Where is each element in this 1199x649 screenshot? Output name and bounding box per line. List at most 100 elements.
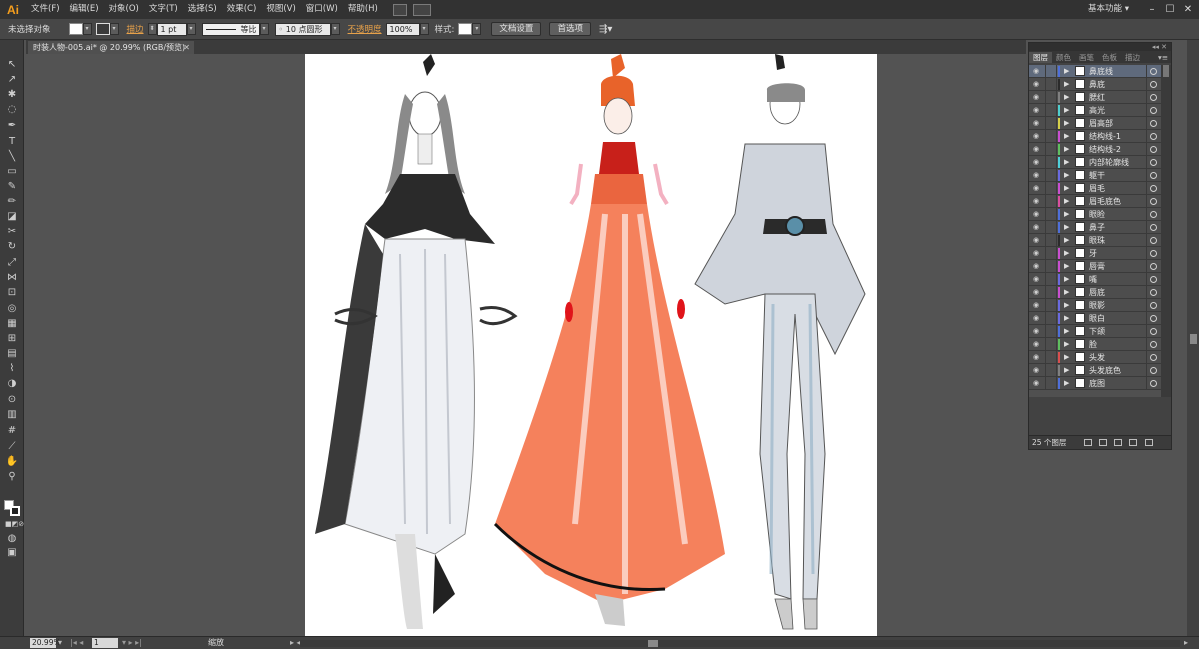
- make-clipping-mask-icon[interactable]: [1099, 439, 1107, 446]
- lock-toggle[interactable]: [1045, 247, 1057, 259]
- target-circle-icon[interactable]: [1150, 159, 1157, 166]
- first-page-icon[interactable]: |◂ ◂: [70, 637, 83, 649]
- type-tool-icon[interactable]: T: [5, 135, 19, 148]
- layer-row[interactable]: ◉ ▶ 眼睑: [1029, 208, 1169, 221]
- visibility-eye-icon[interactable]: ◉: [1033, 288, 1043, 296]
- expand-triangle-icon[interactable]: ▶: [1064, 169, 1069, 182]
- target-circle-icon[interactable]: [1150, 302, 1157, 309]
- layer-row[interactable]: ◉ ▶ 眼影: [1029, 299, 1169, 312]
- layer-name[interactable]: 嘴: [1089, 273, 1097, 286]
- layer-row[interactable]: ◉ ▶ 头发底色: [1029, 364, 1169, 377]
- layer-row[interactable]: ◉ ▶ 眉毛: [1029, 182, 1169, 195]
- visibility-eye-icon[interactable]: ◉: [1033, 366, 1043, 374]
- layer-row[interactable]: ◉ ▶ 唇底: [1029, 286, 1169, 299]
- lock-toggle[interactable]: [1045, 325, 1057, 337]
- expand-triangle-icon[interactable]: ▶: [1064, 364, 1069, 377]
- visibility-eye-icon[interactable]: ◉: [1033, 314, 1043, 322]
- target-circle-icon[interactable]: [1150, 198, 1157, 205]
- lock-toggle[interactable]: [1045, 169, 1057, 181]
- pen-tool-icon[interactable]: ✒: [5, 119, 19, 132]
- visibility-eye-icon[interactable]: ◉: [1033, 132, 1043, 140]
- visibility-eye-icon[interactable]: ◉: [1033, 223, 1043, 231]
- rotate-tool-icon[interactable]: ↻: [5, 240, 19, 253]
- target-circle-icon[interactable]: [1150, 211, 1157, 218]
- layer-name[interactable]: 眼白: [1089, 312, 1105, 325]
- lock-toggle[interactable]: [1045, 117, 1057, 129]
- layer-list-scrollbar[interactable]: [1161, 65, 1171, 397]
- visibility-eye-icon[interactable]: ◉: [1033, 119, 1043, 127]
- stroke-stepper[interactable]: ⬍: [147, 23, 157, 35]
- expand-triangle-icon[interactable]: ▶: [1064, 130, 1069, 143]
- profile-dropdown[interactable]: ▾: [259, 23, 269, 35]
- delete-layer-icon[interactable]: [1145, 439, 1153, 446]
- hand-tool-icon[interactable]: ✋: [5, 455, 19, 468]
- lock-toggle[interactable]: [1045, 364, 1057, 376]
- fill-dropdown[interactable]: ▾: [82, 23, 92, 35]
- layer-name[interactable]: 内部轮廓线: [1089, 156, 1129, 169]
- menu-effect[interactable]: 效果(C): [222, 0, 262, 19]
- layer-row[interactable]: ◉ ▶ 下颌: [1029, 325, 1169, 338]
- expand-triangle-icon[interactable]: ▶: [1064, 234, 1069, 247]
- panel-menu-icon[interactable]: ▾≡: [1158, 53, 1171, 62]
- maximize-button[interactable]: ☐: [1161, 0, 1179, 19]
- menu-file[interactable]: 文件(F): [26, 0, 65, 19]
- menu-view[interactable]: 视图(V): [261, 0, 300, 19]
- layer-name[interactable]: 眉毛底色: [1089, 195, 1121, 208]
- visibility-eye-icon[interactable]: ◉: [1033, 327, 1043, 335]
- zoom-tool-icon[interactable]: ⚲: [5, 470, 19, 483]
- color-mode-icon[interactable]: ■◩⊘: [5, 518, 24, 531]
- visibility-eye-icon[interactable]: ◉: [1033, 210, 1043, 218]
- target-circle-icon[interactable]: [1150, 120, 1157, 127]
- brush-definition[interactable]: ◦ 10 点圆形: [274, 22, 331, 36]
- target-circle-icon[interactable]: [1150, 133, 1157, 140]
- layer-name[interactable]: 眼珠: [1089, 234, 1105, 247]
- scale-tool-icon[interactable]: ⤢: [5, 256, 19, 269]
- create-new-layer-icon[interactable]: [1129, 439, 1137, 446]
- artboard[interactable]: [305, 54, 877, 636]
- paintbrush-tool-icon[interactable]: ✎: [5, 180, 19, 193]
- layer-name[interactable]: 眉毛: [1089, 182, 1105, 195]
- target-circle-icon[interactable]: [1150, 341, 1157, 348]
- layer-row[interactable]: ◉ ▶ 头发: [1029, 351, 1169, 364]
- symbol-sprayer-tool-icon[interactable]: ⊙: [5, 393, 19, 406]
- canvas-vertical-scrollbar[interactable]: [1187, 40, 1199, 636]
- expand-triangle-icon[interactable]: ▶: [1064, 91, 1069, 104]
- expand-triangle-icon[interactable]: ▶: [1064, 377, 1069, 390]
- expand-triangle-icon[interactable]: ▶: [1064, 78, 1069, 91]
- layer-row[interactable]: ◉ ▶ 鼻底: [1029, 78, 1169, 91]
- menu-window[interactable]: 窗口(W): [301, 0, 343, 19]
- lock-toggle[interactable]: [1045, 377, 1057, 389]
- direct-selection-tool-icon[interactable]: ↗: [5, 73, 19, 86]
- blend-tool-icon[interactable]: ◑: [5, 377, 19, 390]
- expand-triangle-icon[interactable]: ▶: [1064, 182, 1069, 195]
- layer-scroll-thumb[interactable]: [1163, 65, 1169, 77]
- width-tool-icon[interactable]: ⋈: [5, 271, 19, 284]
- target-circle-icon[interactable]: [1150, 354, 1157, 361]
- layer-row[interactable]: ◉ ▶ 内部轮廓线: [1029, 156, 1169, 169]
- tab-brushes[interactable]: 画笔: [1075, 52, 1098, 63]
- lock-toggle[interactable]: [1045, 286, 1057, 298]
- stroke-weight-dropdown[interactable]: ▾: [186, 23, 196, 35]
- layer-row[interactable]: ◉ ▶ 唇膏: [1029, 260, 1169, 273]
- layer-row[interactable]: ◉ ▶ 躯干: [1029, 169, 1169, 182]
- layer-name[interactable]: 唇底: [1089, 286, 1105, 299]
- minimize-button[interactable]: –: [1143, 0, 1161, 19]
- expand-triangle-icon[interactable]: ▶: [1064, 273, 1069, 286]
- target-circle-icon[interactable]: [1150, 237, 1157, 244]
- visibility-eye-icon[interactable]: ◉: [1033, 67, 1043, 75]
- visibility-eye-icon[interactable]: ◉: [1033, 80, 1043, 88]
- close-tab-icon[interactable]: ✕: [183, 41, 190, 54]
- visibility-eye-icon[interactable]: ◉: [1033, 184, 1043, 192]
- target-circle-icon[interactable]: [1150, 94, 1157, 101]
- gradient-tool-icon[interactable]: ▤: [5, 347, 19, 360]
- stroke-dropdown[interactable]: ▾: [109, 23, 119, 35]
- visibility-eye-icon[interactable]: ◉: [1033, 158, 1043, 166]
- visibility-eye-icon[interactable]: ◉: [1033, 197, 1043, 205]
- line-tool-icon[interactable]: ╲: [5, 150, 19, 163]
- expand-triangle-icon[interactable]: ▶: [1064, 195, 1069, 208]
- horizontal-scroll-thumb[interactable]: [648, 640, 658, 647]
- locate-object-icon[interactable]: [1084, 439, 1092, 446]
- scissors-tool-icon[interactable]: ✂: [5, 225, 19, 238]
- menu-select[interactable]: 选择(S): [183, 0, 222, 19]
- layer-row[interactable]: ◉ ▶ 结构线-1: [1029, 130, 1169, 143]
